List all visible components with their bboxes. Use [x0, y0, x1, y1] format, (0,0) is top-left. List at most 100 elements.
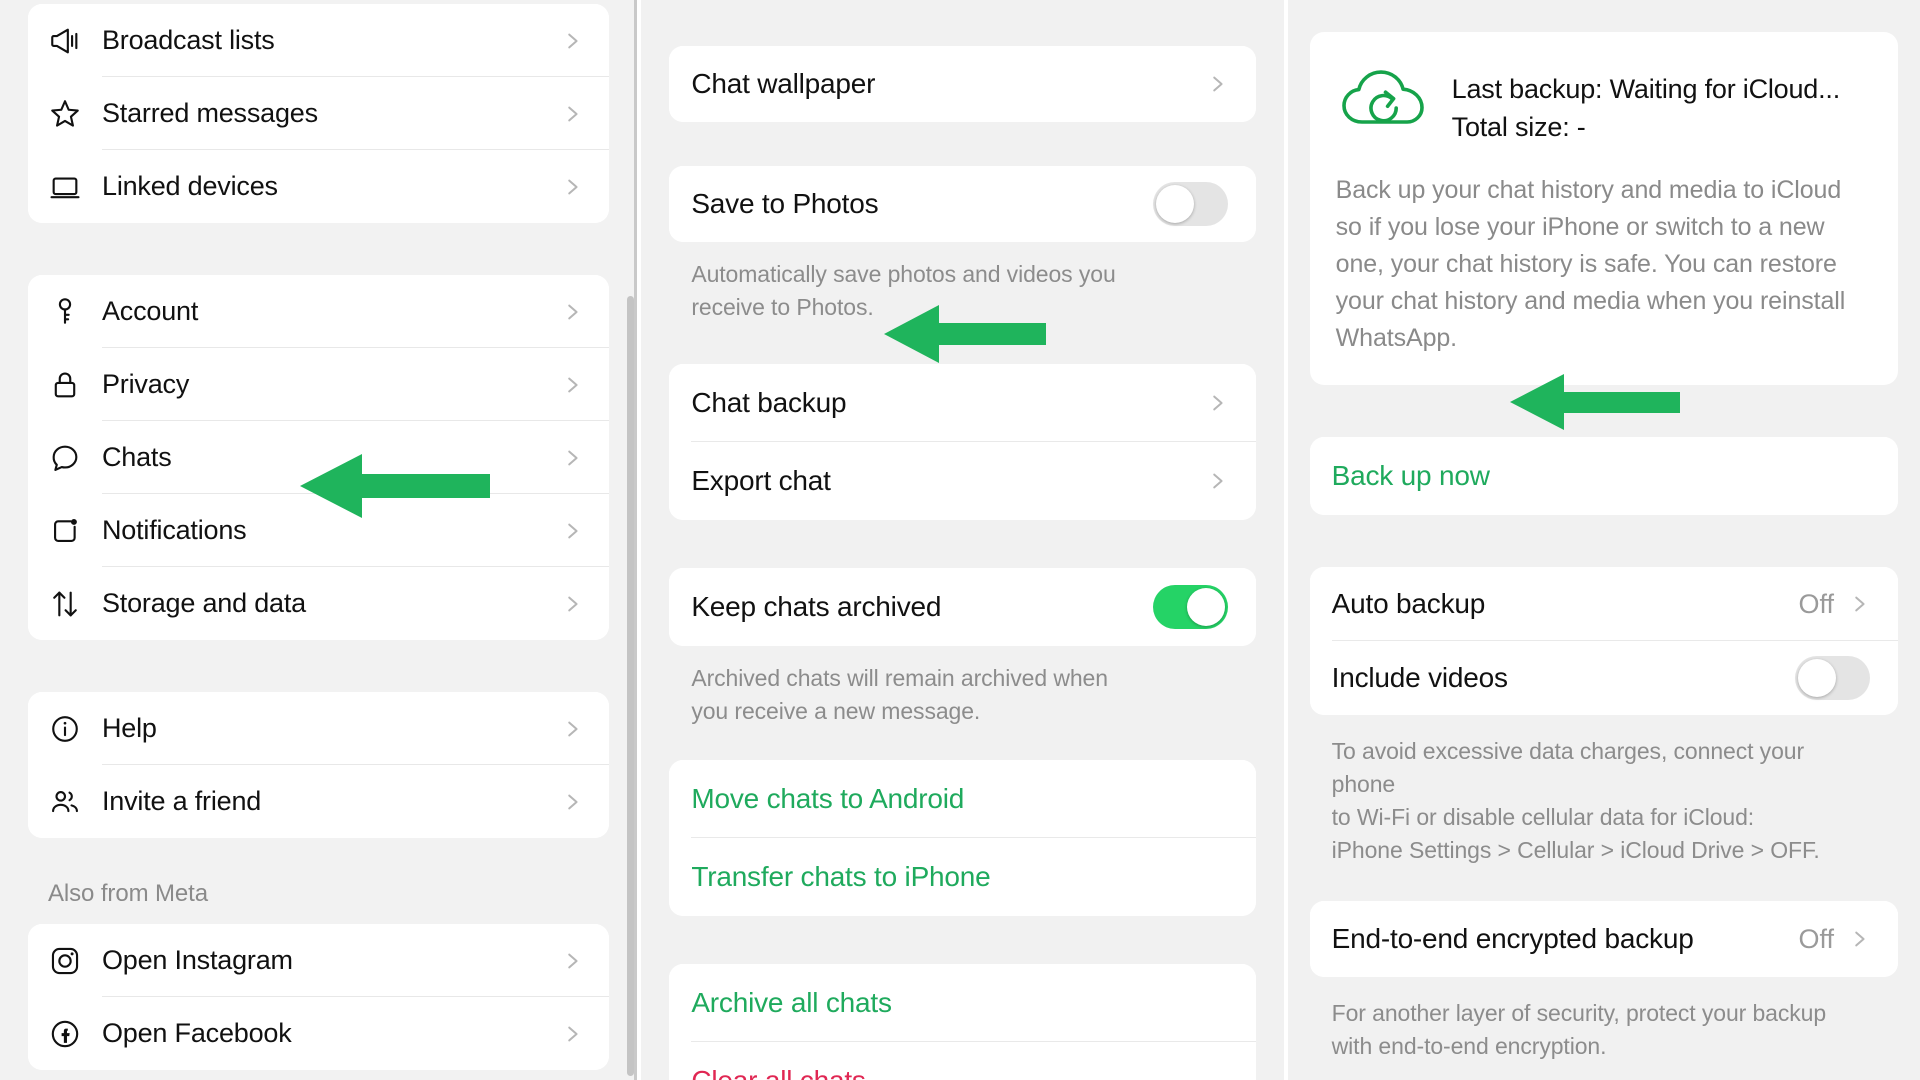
sidebar-item-label: Privacy: [102, 369, 190, 399]
row-label: Archive all chats: [691, 987, 892, 1018]
sidebar-item-account[interactable]: Account: [28, 275, 610, 348]
chevron-right-icon: [561, 176, 583, 198]
chevron-right-icon: [561, 593, 583, 615]
chat-bubble-icon: [48, 441, 102, 475]
star-icon: [48, 97, 102, 131]
sidebar-item-label: Open Facebook: [102, 1018, 292, 1048]
sidebar-item-starred-messages[interactable]: Starred messages: [28, 77, 610, 150]
row-label: Clear all chats: [691, 1065, 1227, 1080]
sidebar-item-notifications[interactable]: Notifications: [28, 494, 610, 567]
e2e-backup-card: End-to-end encrypted backup Off: [1309, 901, 1898, 977]
save-to-photos-card: Save to Photos: [669, 166, 1256, 242]
last-backup-text: Last backup: Waiting for iCloud...: [1451, 74, 1841, 104]
row-label: Include videos: [1331, 662, 1508, 693]
backup-export-card: Chat backup Export chat: [669, 364, 1256, 520]
total-size-text: Total size: -: [1451, 112, 1586, 142]
row-label: Auto backup: [1331, 588, 1486, 619]
notification-icon: [48, 514, 102, 548]
chevron-right-icon: [561, 718, 583, 740]
chevron-right-icon: [561, 30, 583, 52]
sidebar-item-help[interactable]: Help: [28, 692, 610, 765]
chevron-right-icon: [1848, 593, 1870, 615]
megaphone-icon: [48, 24, 102, 58]
sidebar-item-label: Storage and data: [102, 588, 306, 618]
backup-description: Back up your chat history and media to i…: [1335, 176, 1846, 352]
auto-backup-row[interactable]: Auto backup Off: [1309, 567, 1898, 641]
left-panel-scrollbar[interactable]: [627, 296, 635, 1076]
sidebar-item-chats[interactable]: Chats: [28, 421, 610, 494]
save-to-photos-row[interactable]: Save to Photos: [669, 166, 1256, 242]
back-up-now-card: Back up now: [1309, 437, 1898, 515]
people-icon: [48, 785, 102, 819]
sidebar-item-label: Notifications: [102, 515, 247, 545]
caption-line-2: to Wi-Fi or disable cellular data for iC…: [1331, 804, 1755, 830]
row-label: Chat backup: [691, 387, 847, 418]
row-label: Save to Photos: [691, 188, 879, 219]
end-to-end-encrypted-backup-row[interactable]: End-to-end encrypted backup Off: [1309, 901, 1898, 977]
chevron-right-icon: [561, 1023, 583, 1045]
transfer-chats-card: Move chats to Android Transfer chats to …: [669, 760, 1256, 916]
sidebar-item-linked-devices[interactable]: Linked devices: [28, 150, 610, 223]
row-label: Keep chats archived: [691, 591, 942, 622]
lock-icon: [48, 368, 102, 402]
backup-options-caption: To avoid excessive data charges, connect…: [1310, 715, 1898, 867]
settings-group-help: Help Invite a friend: [28, 692, 610, 838]
chevron-right-icon: [1848, 928, 1870, 950]
backup-options-card: Auto backup Off Include videos: [1309, 567, 1898, 715]
chevron-right-icon: [561, 301, 583, 323]
sidebar-item-broadcast-lists[interactable]: Broadcast lists: [28, 4, 610, 77]
sidebar-item-open-instagram[interactable]: Open Instagram: [28, 924, 610, 997]
row-label: Export chat: [691, 465, 831, 496]
export-chat-row[interactable]: Export chat: [669, 442, 1256, 520]
laptop-icon: [48, 170, 102, 204]
archive-clear-card: Archive all chats Clear all chats: [669, 964, 1256, 1080]
save-to-photos-caption: Automatically save photos and videos you…: [691, 261, 1116, 320]
sidebar-item-label: Chats: [102, 442, 172, 472]
keep-chats-archived-card: Keep chats archived: [669, 568, 1256, 646]
chevron-right-icon: [561, 447, 583, 469]
chevron-right-icon: [561, 950, 583, 972]
back-up-now-row[interactable]: Back up now: [1309, 437, 1898, 515]
chevron-right-icon: [1206, 73, 1228, 95]
settings-three-panel-screen: Broadcast lists Starred messages Linked …: [0, 0, 1920, 1080]
caption-line-3: iPhone Settings > Cellular > iCloud Driv…: [1331, 837, 1820, 863]
e2e-caption: For another layer of security, protect y…: [1310, 977, 1898, 1063]
facebook-icon: [48, 1017, 102, 1051]
backup-status-texts: Last backup: Waiting for iCloud... Total…: [1451, 62, 1841, 146]
chevron-right-icon: [561, 791, 583, 813]
sidebar-item-label: Invite a friend: [102, 786, 262, 816]
info-circle-icon: [48, 712, 102, 746]
transfer-chats-to-iphone-row[interactable]: Transfer chats to iPhone: [669, 838, 1256, 916]
sidebar-item-open-facebook[interactable]: Open Facebook: [28, 997, 610, 1070]
chat-backup-row[interactable]: Chat backup: [669, 364, 1256, 442]
chat-wallpaper-row[interactable]: Chat wallpaper: [669, 46, 1256, 122]
left-panel-right-edge: [634, 0, 638, 1080]
row-label: Chat wallpaper: [691, 68, 876, 99]
move-chats-to-android-row[interactable]: Move chats to Android: [669, 760, 1256, 838]
sidebar-item-invite-a-friend[interactable]: Invite a friend: [28, 765, 610, 838]
back-up-now-label: Back up now: [1331, 460, 1490, 491]
chevron-right-icon: [561, 103, 583, 125]
sidebar-item-storage-and-data[interactable]: Storage and data: [28, 567, 610, 640]
archive-all-chats-row[interactable]: Archive all chats: [669, 964, 1256, 1042]
row-label: End-to-end encrypted backup: [1331, 923, 1694, 954]
include-videos-row[interactable]: Include videos: [1309, 641, 1898, 715]
left-settings-panel: Broadcast lists Starred messages Linked …: [0, 0, 638, 1080]
chevron-right-icon: [1206, 392, 1228, 414]
chat-backup-panel: Last backup: Waiting for iCloud... Total…: [1287, 0, 1920, 1080]
chats-settings-panel: Chat wallpaper Save to Photos Automatica…: [641, 0, 1284, 1080]
sidebar-item-label: Help: [102, 713, 157, 743]
keep-chats-archived-toggle[interactable]: [1152, 585, 1228, 629]
clear-all-chats-row[interactable]: Clear all chats: [669, 1042, 1256, 1080]
auto-backup-value: Off: [1798, 588, 1834, 619]
sidebar-item-label: Broadcast lists: [102, 25, 275, 55]
row-label: Move chats to Android: [691, 783, 965, 814]
save-to-photos-toggle[interactable]: [1152, 182, 1228, 226]
chevron-right-icon: [561, 520, 583, 542]
keep-chats-archived-row[interactable]: Keep chats archived: [669, 568, 1256, 646]
include-videos-toggle[interactable]: [1795, 656, 1870, 700]
sidebar-item-privacy[interactable]: Privacy: [28, 348, 610, 421]
chevron-right-icon: [1206, 470, 1228, 492]
e2e-caption-line-2: with end-to-end encryption.: [1331, 1033, 1607, 1059]
settings-group-broadcast: Broadcast lists Starred messages Linked …: [28, 4, 610, 223]
